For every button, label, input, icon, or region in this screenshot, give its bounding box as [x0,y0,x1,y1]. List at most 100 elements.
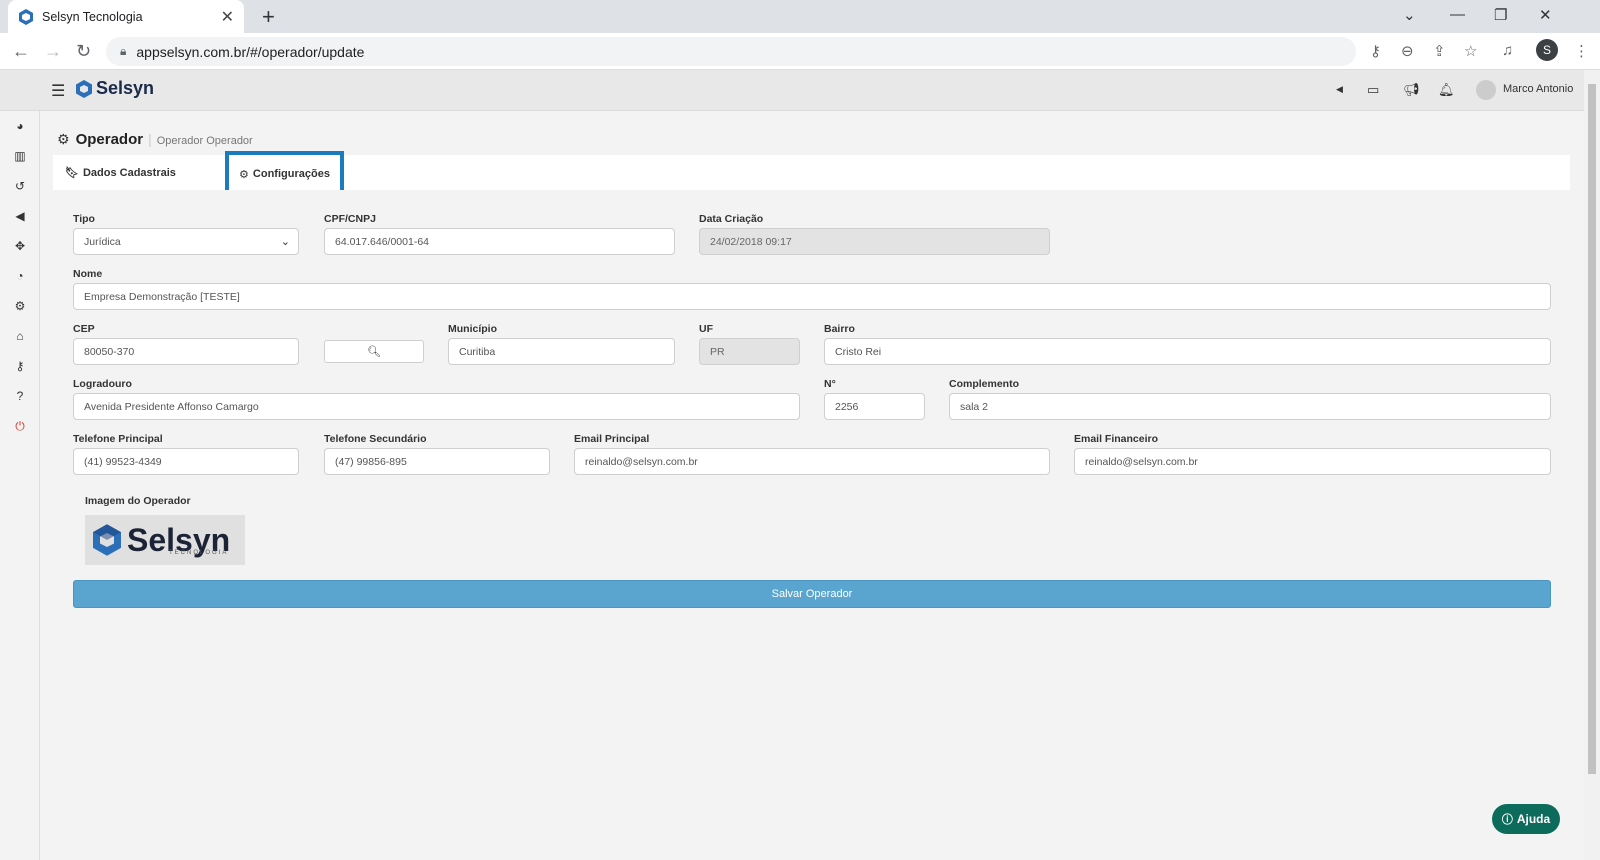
chevron-down-icon: ⌄ [280,236,290,248]
title-separator: | [148,131,152,147]
page-subtitle: Operador Operador [156,135,253,147]
question-circle-icon: ⓘ [1501,814,1513,826]
search-icon: 🔍︎ [367,346,381,358]
selsyn-favicon-icon [19,8,33,25]
help-icon[interactable]: ? [13,389,27,403]
brand-hex-icon [93,524,121,556]
minimize-icon[interactable]: — [1450,6,1465,23]
nome-input[interactable]: Empresa Demonstração [TESTE] [73,283,1551,310]
telefone-secundario-label: Telefone Secundário [324,433,427,445]
hamburger-menu-icon[interactable]: ☰ [51,81,65,101]
pie-chart-icon[interactable]: ◔ [13,269,27,283]
tab-dados-cadastrais[interactable]: 🔖︎ Dados Cadastrais [65,155,176,190]
nome-label: Nome [73,268,103,280]
complemento-input[interactable]: sala 2 [949,393,1551,420]
imagem-label: Imagem do Operador [85,495,191,507]
uf-label: UF [699,323,713,335]
numero-label: N° [824,378,836,390]
data-criacao-label: Data Criação [699,213,764,225]
brand-hex-icon [76,79,92,98]
map-icon[interactable]: ▥ [13,149,27,163]
telefone-secundario-input[interactable]: (47) 99856-895 [324,448,550,475]
brand-logo[interactable]: Selsyn [76,78,154,99]
user-name[interactable]: Marco Antonio [1503,83,1573,95]
move-icon[interactable]: ✥ [13,239,27,253]
uf-input: PR [699,338,800,365]
help-button[interactable]: ⓘ Ajuda [1492,804,1560,834]
key-icon[interactable]: ⚷ [1370,42,1381,60]
zoom-icon[interactable]: ⊖ [1401,42,1414,60]
tab-search-icon[interactable]: ⌄ [1403,6,1416,24]
browser-tab-bar: Selsyn Tecnologia ✕ + ⌄ — ❐ ✕ [0,0,1600,33]
gear-icon: ⚙ [57,131,70,147]
complemento-label: Complemento [949,378,1020,390]
telefone-principal-input[interactable]: (41) 99523-4349 [73,448,299,475]
browser-tab[interactable]: Selsyn Tecnologia ✕ [8,0,244,33]
monitor-icon[interactable]: ▭ [1367,82,1379,98]
url-text: appselsyn.com.br/#/operador/update [136,43,365,60]
power-icon[interactable]: ⏻ [13,419,27,433]
history-icon[interactable]: ↺ [13,179,27,193]
gear-icon: ⚙ [239,168,249,181]
reload-icon[interactable]: ↻ [76,41,91,62]
page-title: Operador [75,131,144,148]
close-window-icon[interactable]: ✕ [1539,6,1552,24]
new-tab-icon[interactable]: + [262,4,275,30]
form-tabs: 🔖︎ Dados Cadastrais ⚙ Configurações [53,151,1570,197]
cep-label: CEP [73,323,95,335]
cpf-cnpj-label: CPF/CNPJ [324,213,376,225]
restore-icon[interactable]: ❐ [1494,6,1507,24]
lock-icon: 🔒︎ [120,44,127,58]
bell-icon[interactable]: 🔔︎ [1438,82,1455,98]
help-label: Ajuda [1516,812,1551,826]
tipo-select[interactable]: Jurídica ⌄ [73,228,299,255]
tab-label: Dados Cadastrais [82,166,176,179]
share-icon[interactable]: ⇪ [1433,42,1446,60]
back-icon[interactable]: ← [12,41,30,62]
forward-icon[interactable]: → [44,41,62,62]
cep-input[interactable]: 80050-370 [73,338,299,365]
data-criacao-input: 24/02/2018 09:17 [699,228,1050,255]
email-financeiro-input[interactable]: reinaldo@selsyn.com.br [1074,448,1551,475]
dashboard-icon[interactable]: ◕ [13,119,27,133]
save-operator-button[interactable]: Salvar Operador [73,580,1551,608]
close-tab-icon[interactable]: ✕ [221,7,234,27]
bairro-input[interactable]: Cristo Rei [824,338,1551,365]
logradouro-input[interactable]: Avenida Presidente Affonso Camargo [73,393,800,420]
left-sidebar: ◕ ▥ ↺ ◀ ✥ ◔ ⚙ ⌂ ⚷ ? ⏻ [0,111,40,860]
logradouro-label: Logradouro [73,378,132,390]
cpf-cnpj-input[interactable]: 64.017.646/0001-64 [324,228,675,255]
email-principal-input[interactable]: reinaldo@selsyn.com.br [574,448,1050,475]
bookmark-star-icon[interactable]: ☆ [1464,42,1477,60]
user-avatar[interactable] [1476,80,1496,100]
email-principal-label: Email Principal [574,433,650,445]
brand-name: Selsyn [96,78,155,98]
address-bar[interactable]: 🔒︎ appselsyn.com.br/#/operador/update [106,37,1356,66]
profile-avatar[interactable]: S [1536,39,1558,61]
megaphone-icon[interactable]: ◀ [13,209,27,223]
bank-icon[interactable]: ⌂ [13,329,27,343]
app-header: ☰ Selsyn ◀ ▭ 📢︎ 🔔︎ Marco Antonio [0,70,1584,111]
tipo-label: Tipo [73,213,95,225]
kebab-menu-icon[interactable]: ⋮ [1574,42,1589,60]
numero-input[interactable]: 2256 [824,393,925,420]
logo-tagline: TECNOLOGIA [169,550,229,556]
megaphone-icon[interactable]: 📢︎ [1403,82,1420,98]
operator-image[interactable]: Selsyn TECNOLOGIA [85,515,245,565]
media-icon[interactable]: ♫ [1502,42,1513,59]
tab-label: Configurações [252,168,330,180]
email-financeiro-label: Email Financeiro [1074,433,1159,445]
scrollbar-thumb[interactable] [1588,84,1596,774]
cep-search-button[interactable]: 🔍︎ [324,340,424,363]
telefone-principal-label: Telefone Principal [73,433,163,445]
tipo-value: Jurídica [84,235,121,248]
browser-tab-title: Selsyn Tecnologia [42,9,143,24]
page-header: ⚙ Operador | Operador Operador [57,131,253,148]
municipio-input[interactable]: Curitiba [448,338,675,365]
municipio-label: Município [448,323,497,335]
cogs-icon[interactable]: ⚙ [13,299,27,313]
key-icon[interactable]: ⚷ [13,359,27,373]
collapse-arrow-icon[interactable]: ◀ [1336,84,1343,95]
browser-toolbar: ← → ↻ 🔒︎ appselsyn.com.br/#/operador/upd… [0,33,1600,70]
bookmark-icon: 🔖︎ [65,167,79,179]
